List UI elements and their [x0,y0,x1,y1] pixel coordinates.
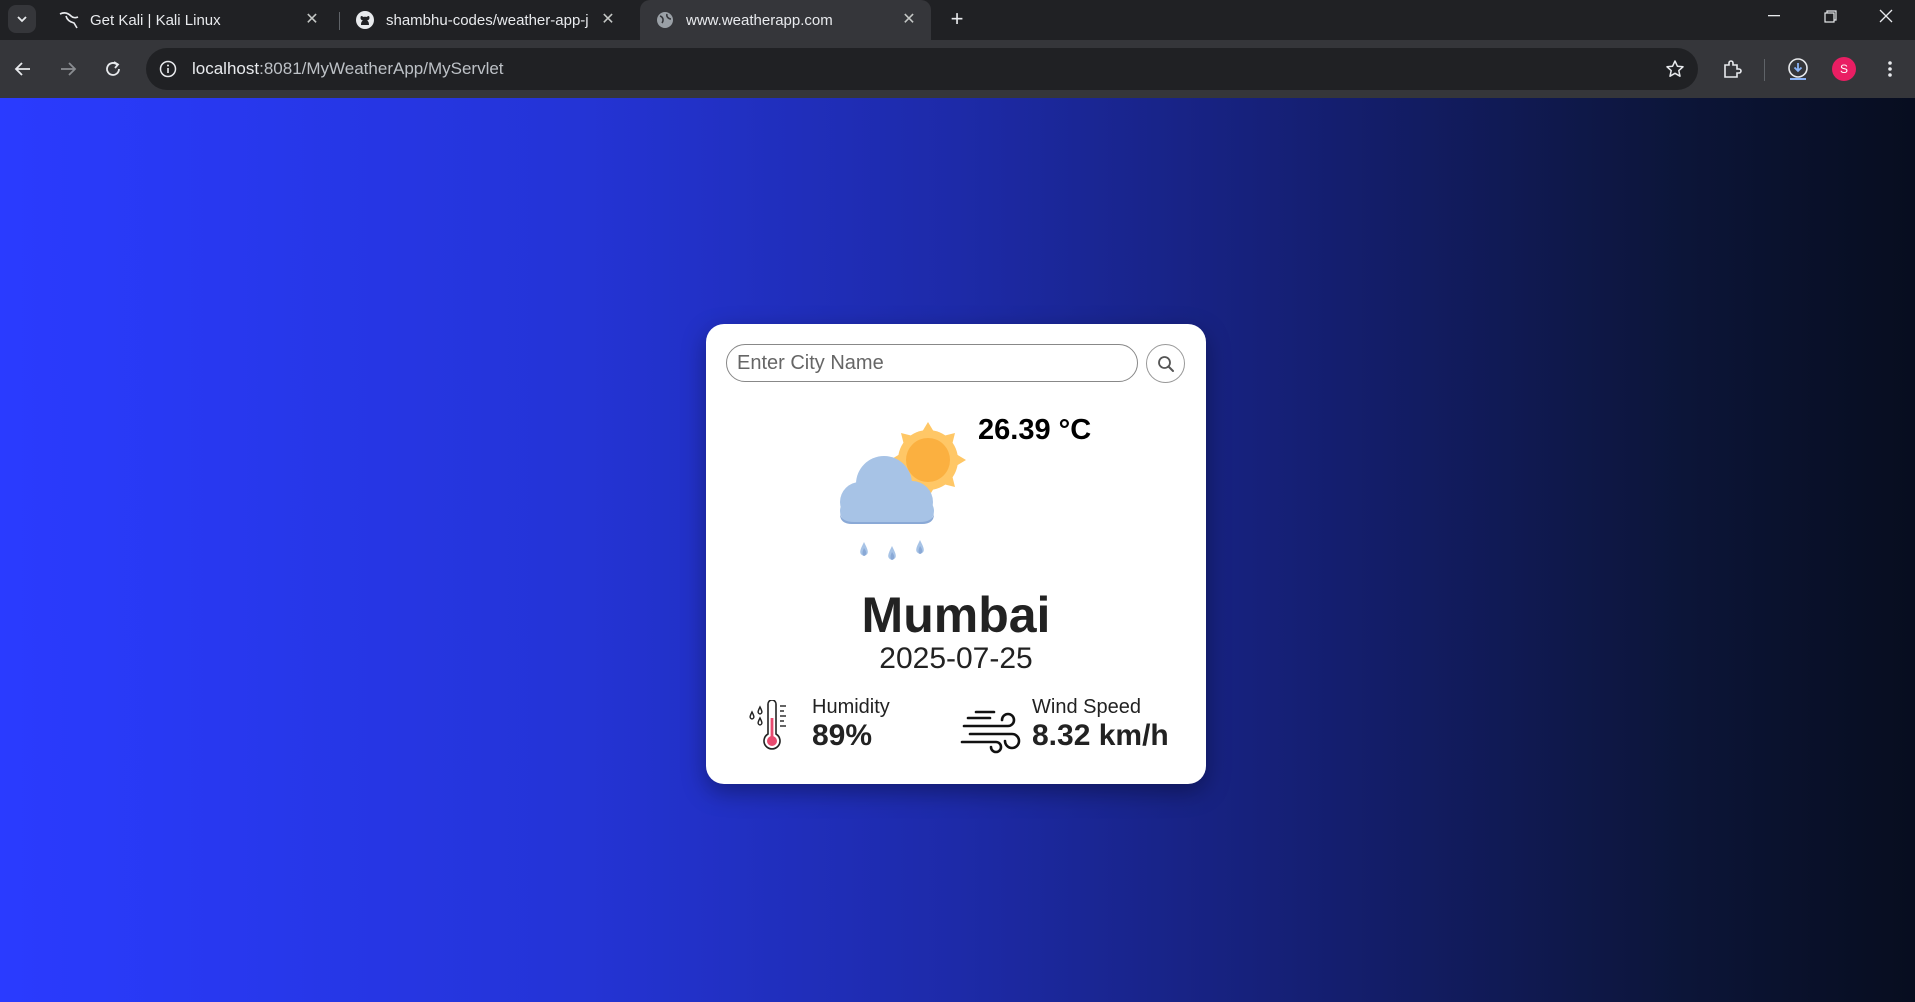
humidity-label: Humidity [812,696,890,718]
url-host: localhost [192,59,260,78]
close-icon[interactable]: ✕ [302,10,322,30]
search-icon [1157,355,1174,372]
browser-menu-button[interactable] [1876,55,1904,83]
minimize-icon [1768,15,1780,17]
minimize-button[interactable] [1746,0,1802,32]
forward-button[interactable] [54,55,82,83]
restore-button[interactable] [1802,0,1858,32]
address-bar[interactable]: localhost:8081/MyWeatherApp/MyServlet [146,48,1698,90]
weather-date: 2025-07-25 [879,642,1033,675]
arrow-right-icon [61,62,77,76]
back-button[interactable] [9,55,37,83]
close-icon[interactable]: ✕ [598,10,618,30]
temperature-value: 26.39 °C [978,414,1092,446]
wind-icon [960,710,1021,754]
download-icon [1788,58,1808,80]
profile-avatar[interactable]: S [1832,57,1856,81]
tab-github[interactable]: shambhu-codes/weather-app-j ✕ [340,0,630,40]
reload-icon [106,61,120,76]
search-button[interactable] [1146,344,1185,383]
url-text: localhost:8081/MyWeatherApp/MyServlet [192,59,504,79]
wind-label: Wind Speed [1032,696,1141,718]
weather-card: 26.39 °C Mumbai 2025-07-25 Humidity 89% [706,324,1206,784]
restore-icon [1823,9,1837,23]
puzzle-icon [1724,60,1742,78]
bookmark-star-icon[interactable] [1664,58,1686,80]
kali-dragon-icon [58,9,80,31]
wind-stat: Wind Speed 8.32 km/h [1032,696,1169,753]
toolbar-separator [1764,59,1765,81]
tab-weatherapp[interactable]: www.weatherapp.com ✕ [640,0,931,40]
chevron-down-icon [17,16,27,23]
cloud-sun-rain-icon [840,422,966,560]
wind-value: 8.32 km/h [1032,719,1169,752]
tab-search-button[interactable] [8,5,36,33]
tab-strip: Get Kali | Kali Linux ✕ shambhu-codes/we… [0,0,1915,40]
globe-icon [654,9,676,31]
reload-button[interactable] [99,55,127,83]
tab-title: www.weatherapp.com [686,11,833,29]
tab-kali[interactable]: Get Kali | Kali Linux ✕ [44,0,334,40]
more-vertical-icon [1888,61,1892,77]
extensions-button[interactable] [1718,55,1746,83]
tab-title: Get Kali | Kali Linux [90,11,221,29]
arrow-left-icon [14,62,30,76]
humidity-value: 89% [812,719,873,752]
site-info-icon[interactable] [156,57,180,81]
close-icon[interactable]: ✕ [899,10,919,30]
close-window-button[interactable] [1858,0,1914,32]
page-background: 26.39 °C Mumbai 2025-07-25 Humidity 89% [0,98,1915,1002]
humidity-stat: Humidity 89% [812,696,890,753]
city-search-input[interactable] [726,344,1138,382]
github-icon [354,9,376,31]
tab-title: shambhu-codes/weather-app-j [386,11,589,29]
city-name: Mumbai [861,587,1051,643]
browser-toolbar: localhost:8081/MyWeatherApp/MyServlet S [0,40,1915,98]
url-path: :8081/MyWeatherApp/MyServlet [259,59,504,78]
humidity-thermometer-icon [749,700,786,750]
new-tab-button[interactable]: + [944,6,970,32]
close-icon [1879,9,1893,23]
downloads-button[interactable] [1784,55,1812,83]
